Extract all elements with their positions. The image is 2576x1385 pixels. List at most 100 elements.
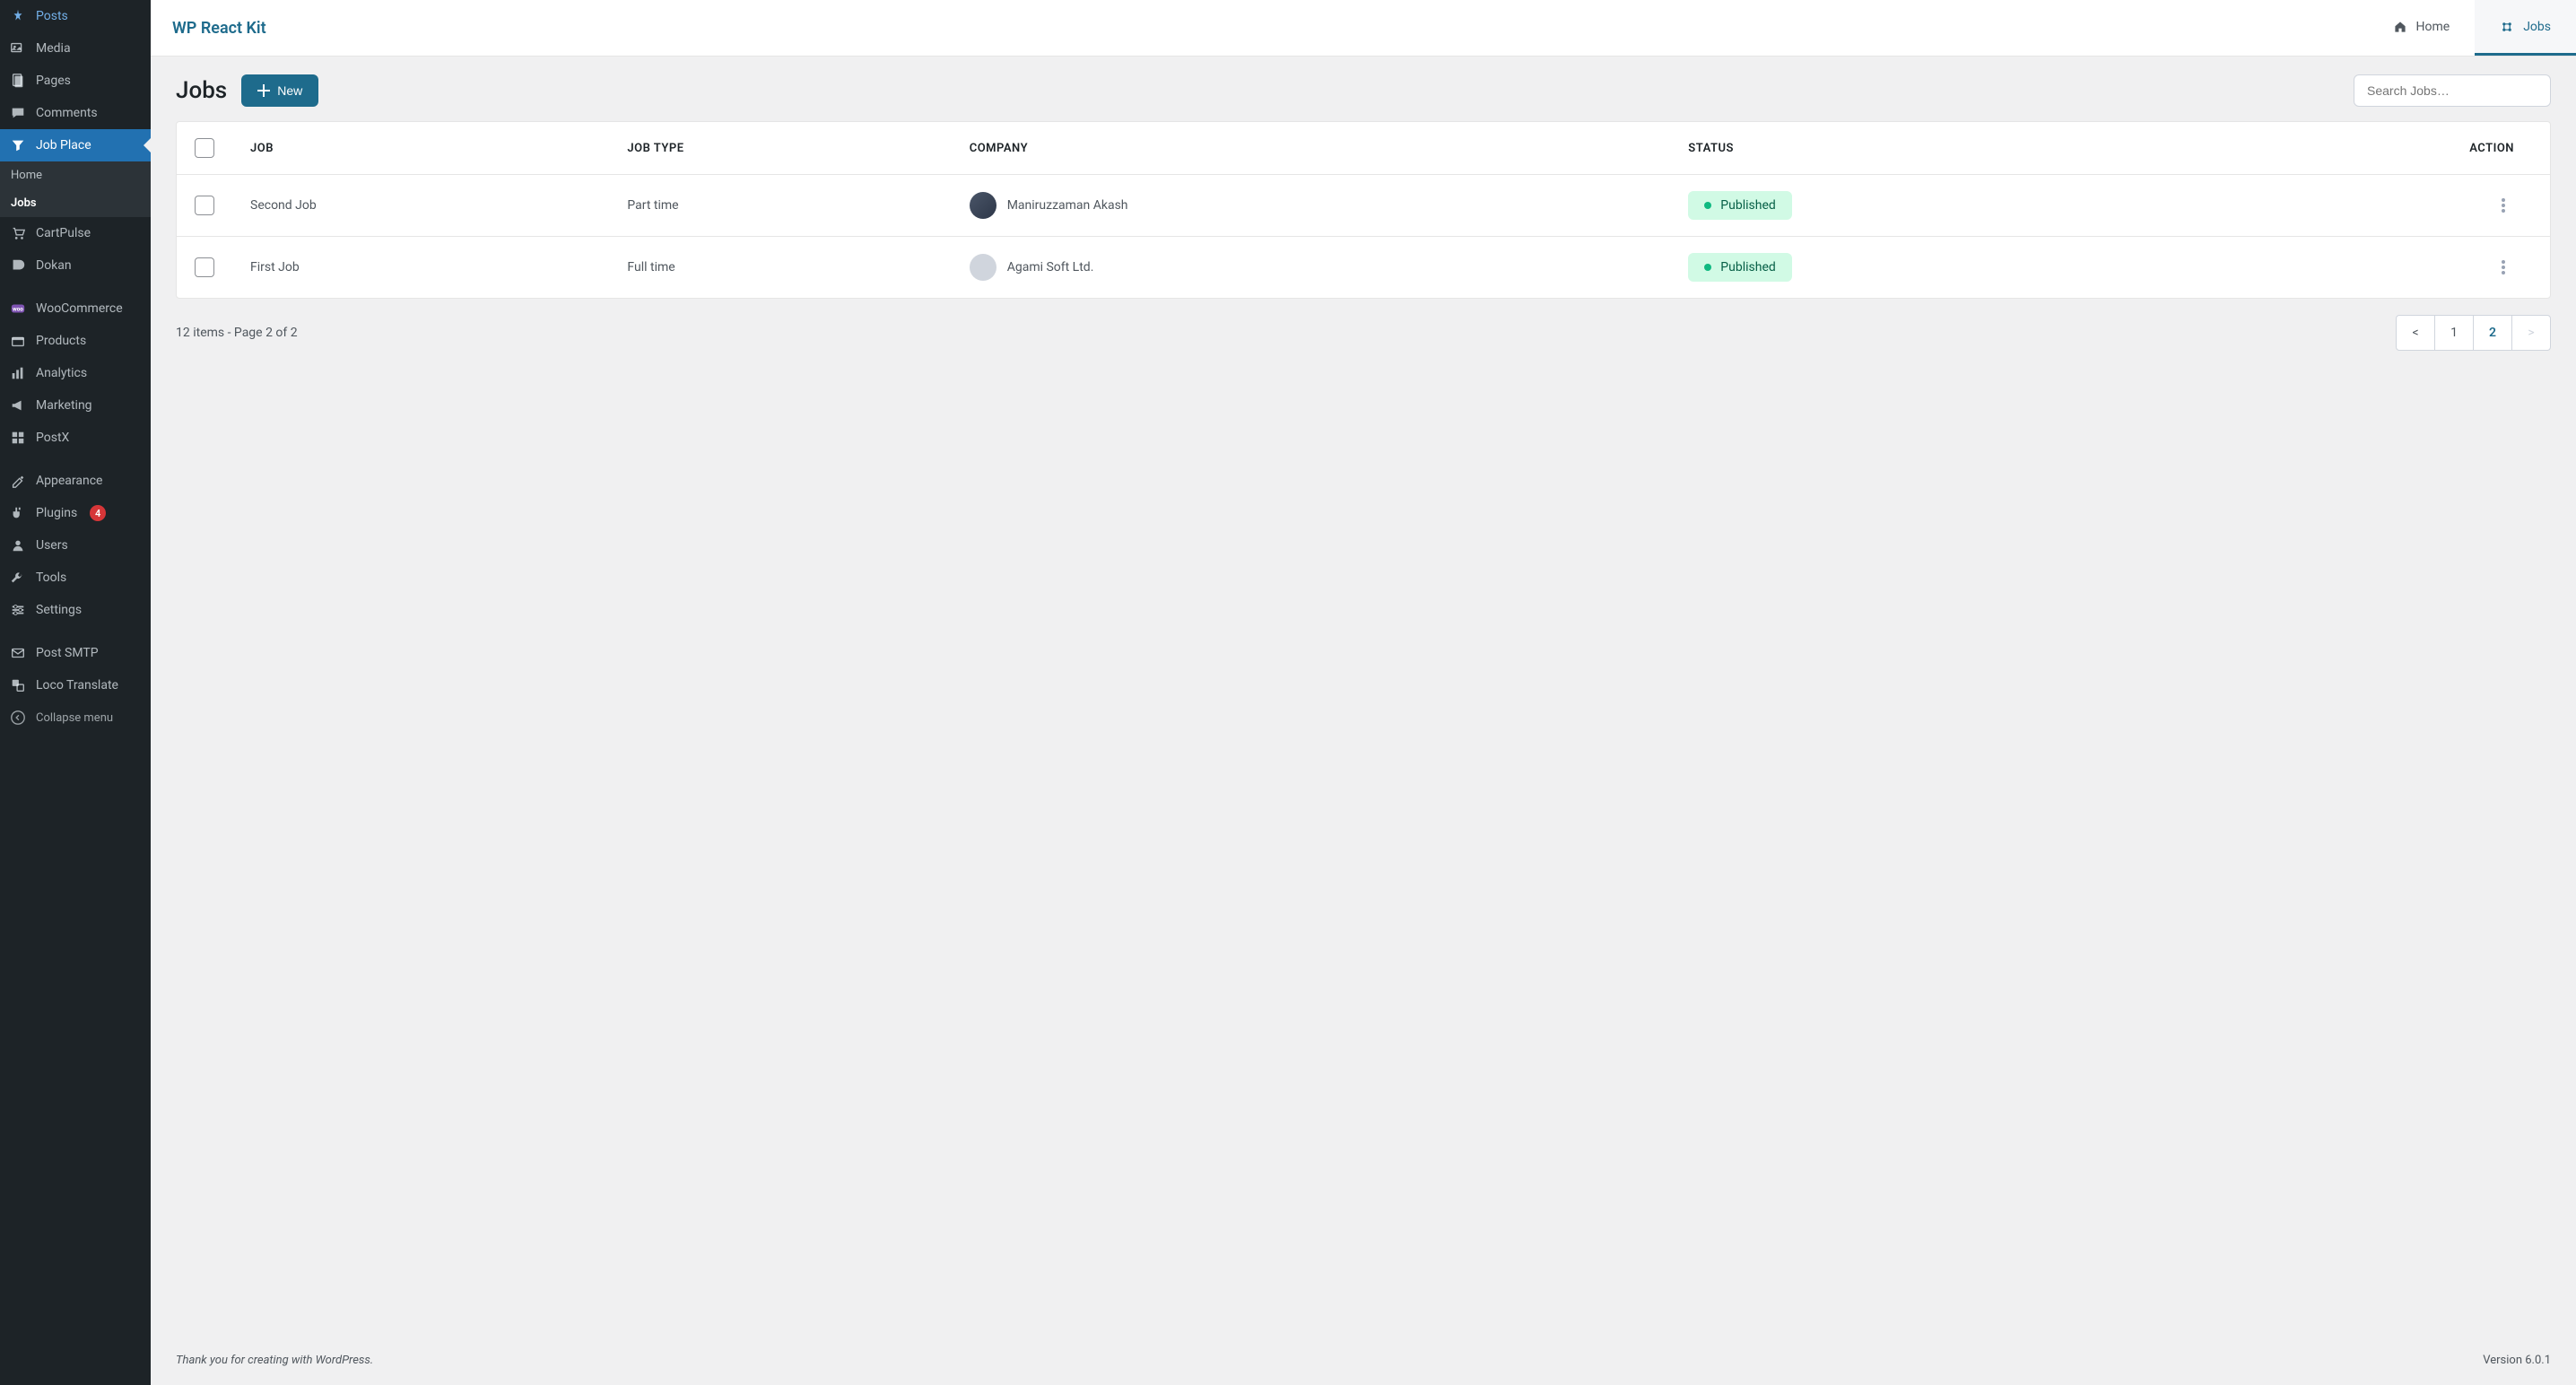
select-all-checkbox[interactable] bbox=[195, 138, 214, 158]
translate-icon bbox=[9, 676, 27, 694]
more-vertical-icon bbox=[2502, 260, 2505, 274]
brand-title: WP React Kit bbox=[151, 19, 288, 38]
sidebar-item-settings[interactable]: Settings bbox=[0, 594, 151, 626]
cell-job-type: Full time bbox=[609, 237, 951, 299]
sidebar-submenu: Home Jobs bbox=[0, 161, 151, 217]
pagination-next[interactable]: > bbox=[2511, 315, 2551, 351]
main-content: WP React Kit Home Jobs Jobs New bbox=[151, 0, 2576, 1385]
users-icon bbox=[9, 536, 27, 554]
sidebar-item-marketing[interactable]: Marketing bbox=[0, 389, 151, 422]
sidebar-item-label: WooCommerce bbox=[36, 301, 123, 316]
sidebar-item-label: Plugins bbox=[36, 506, 77, 520]
cell-company: Maniruzzaman Akash bbox=[970, 192, 1653, 219]
sidebar-item-products[interactable]: Products bbox=[0, 325, 151, 357]
sidebar-item-post-smtp[interactable]: Post SMTP bbox=[0, 637, 151, 669]
col-job: JOB bbox=[232, 122, 609, 175]
content-header: Jobs New bbox=[176, 74, 2551, 107]
postx-icon bbox=[9, 429, 27, 447]
sidebar-item-users[interactable]: Users bbox=[0, 529, 151, 562]
sidebar-item-cartpulse[interactable]: CartPulse bbox=[0, 217, 151, 249]
tab-home[interactable]: Home bbox=[2368, 0, 2476, 56]
page-footer: Thank you for creating with WordPress. V… bbox=[176, 1341, 2551, 1367]
media-icon bbox=[9, 39, 27, 57]
sidebar-item-analytics[interactable]: Analytics bbox=[0, 357, 151, 389]
tab-label: Home bbox=[2416, 20, 2450, 34]
plugins-badge: 4 bbox=[90, 505, 106, 521]
settings-icon bbox=[9, 601, 27, 619]
sidebar-item-label: Users bbox=[36, 538, 68, 553]
sidebar-item-job-place[interactable]: Job Place bbox=[0, 129, 151, 161]
plus-icon bbox=[257, 84, 270, 97]
table-row: First Job Full time Agami Soft Ltd. bbox=[177, 237, 2550, 299]
pages-icon bbox=[9, 72, 27, 90]
sidebar-item-pages[interactable]: Pages bbox=[0, 65, 151, 97]
row-checkbox[interactable] bbox=[195, 257, 214, 277]
cell-job: First Job bbox=[232, 237, 609, 299]
sidebar-item-label: Loco Translate bbox=[36, 678, 118, 692]
cell-company: Agami Soft Ltd. bbox=[970, 254, 1653, 281]
company-name: Maniruzzaman Akash bbox=[1007, 198, 1128, 213]
sidebar-item-label: Comments bbox=[36, 106, 98, 120]
collapse-label: Collapse menu bbox=[36, 711, 113, 725]
sidebar-item-label: Products bbox=[36, 334, 86, 348]
sidebar-item-tools[interactable]: Tools bbox=[0, 562, 151, 594]
search-input[interactable] bbox=[2354, 74, 2551, 107]
svg-text:woo: woo bbox=[13, 306, 23, 313]
sidebar-item-loco-translate[interactable]: Loco Translate bbox=[0, 669, 151, 701]
plugins-icon bbox=[9, 504, 27, 522]
sidebar-item-label: Media bbox=[36, 41, 71, 56]
marketing-icon bbox=[9, 396, 27, 414]
content-area: Jobs New JOB JOB TYPE COMPANY bbox=[151, 57, 2576, 1385]
sidebar-item-postx[interactable]: PostX bbox=[0, 422, 151, 454]
more-vertical-icon bbox=[2502, 198, 2505, 213]
status-badge: Published bbox=[1688, 253, 1791, 282]
dokan-icon bbox=[9, 257, 27, 274]
avatar bbox=[970, 254, 996, 281]
footer-thanks: Thank you for creating with WordPress. bbox=[176, 1354, 373, 1367]
status-dot-icon bbox=[1704, 264, 1711, 271]
row-action-button[interactable] bbox=[2493, 195, 2514, 216]
row-action-button[interactable] bbox=[2493, 257, 2514, 278]
sidebar-item-label: CartPulse bbox=[36, 226, 91, 240]
pagination-page-1[interactable]: 1 bbox=[2434, 315, 2474, 351]
pagination-page-2[interactable]: 2 bbox=[2473, 315, 2512, 351]
row-checkbox[interactable] bbox=[195, 196, 214, 215]
sidebar-item-label: Marketing bbox=[36, 398, 92, 413]
analytics-icon bbox=[9, 364, 27, 382]
sidebar-item-media[interactable]: Media bbox=[0, 32, 151, 65]
pagination-prev[interactable]: < bbox=[2396, 315, 2435, 351]
sidebar-item-dokan[interactable]: Dokan bbox=[0, 249, 151, 282]
admin-sidebar: Posts Media Pages Comments Job Place Hom… bbox=[0, 0, 151, 1385]
new-button[interactable]: New bbox=[241, 74, 318, 107]
appearance-icon bbox=[9, 472, 27, 490]
sidebar-item-posts[interactable]: Posts bbox=[0, 0, 151, 32]
pin-icon bbox=[9, 7, 27, 25]
sidebar-item-label: PostX bbox=[36, 431, 69, 445]
footer-version: Version 6.0.1 bbox=[2483, 1354, 2551, 1367]
sidebar-item-comments[interactable]: Comments bbox=[0, 97, 151, 129]
jobs-icon bbox=[2500, 20, 2514, 34]
cell-job: Second Job bbox=[232, 175, 609, 237]
jobs-table: JOB JOB TYPE COMPANY STATUS ACTION Secon… bbox=[176, 121, 2551, 299]
tab-jobs[interactable]: Jobs bbox=[2475, 0, 2576, 56]
col-status: STATUS bbox=[1670, 122, 2186, 175]
woo-icon: woo bbox=[9, 300, 27, 318]
collapse-menu[interactable]: Collapse menu bbox=[0, 701, 151, 734]
collapse-icon bbox=[9, 709, 27, 727]
sidebar-item-label: Dokan bbox=[36, 258, 72, 273]
sidebar-item-appearance[interactable]: Appearance bbox=[0, 465, 151, 497]
submenu-item-home[interactable]: Home bbox=[0, 161, 151, 189]
company-name: Agami Soft Ltd. bbox=[1007, 260, 1094, 274]
products-icon bbox=[9, 332, 27, 350]
pagination: < 1 2 > bbox=[2396, 315, 2551, 351]
sidebar-item-plugins[interactable]: Plugins 4 bbox=[0, 497, 151, 529]
col-company: COMPANY bbox=[952, 122, 1671, 175]
mail-icon bbox=[9, 644, 27, 662]
col-action: ACTION bbox=[2186, 122, 2550, 175]
comments-icon bbox=[9, 104, 27, 122]
submenu-item-jobs[interactable]: Jobs bbox=[0, 189, 151, 217]
sidebar-item-woocommerce[interactable]: woo WooCommerce bbox=[0, 292, 151, 325]
cart-icon bbox=[9, 224, 27, 242]
table-footer: 12 items - Page 2 of 2 < 1 2 > bbox=[176, 315, 2551, 351]
status-label: Published bbox=[1720, 260, 1775, 274]
